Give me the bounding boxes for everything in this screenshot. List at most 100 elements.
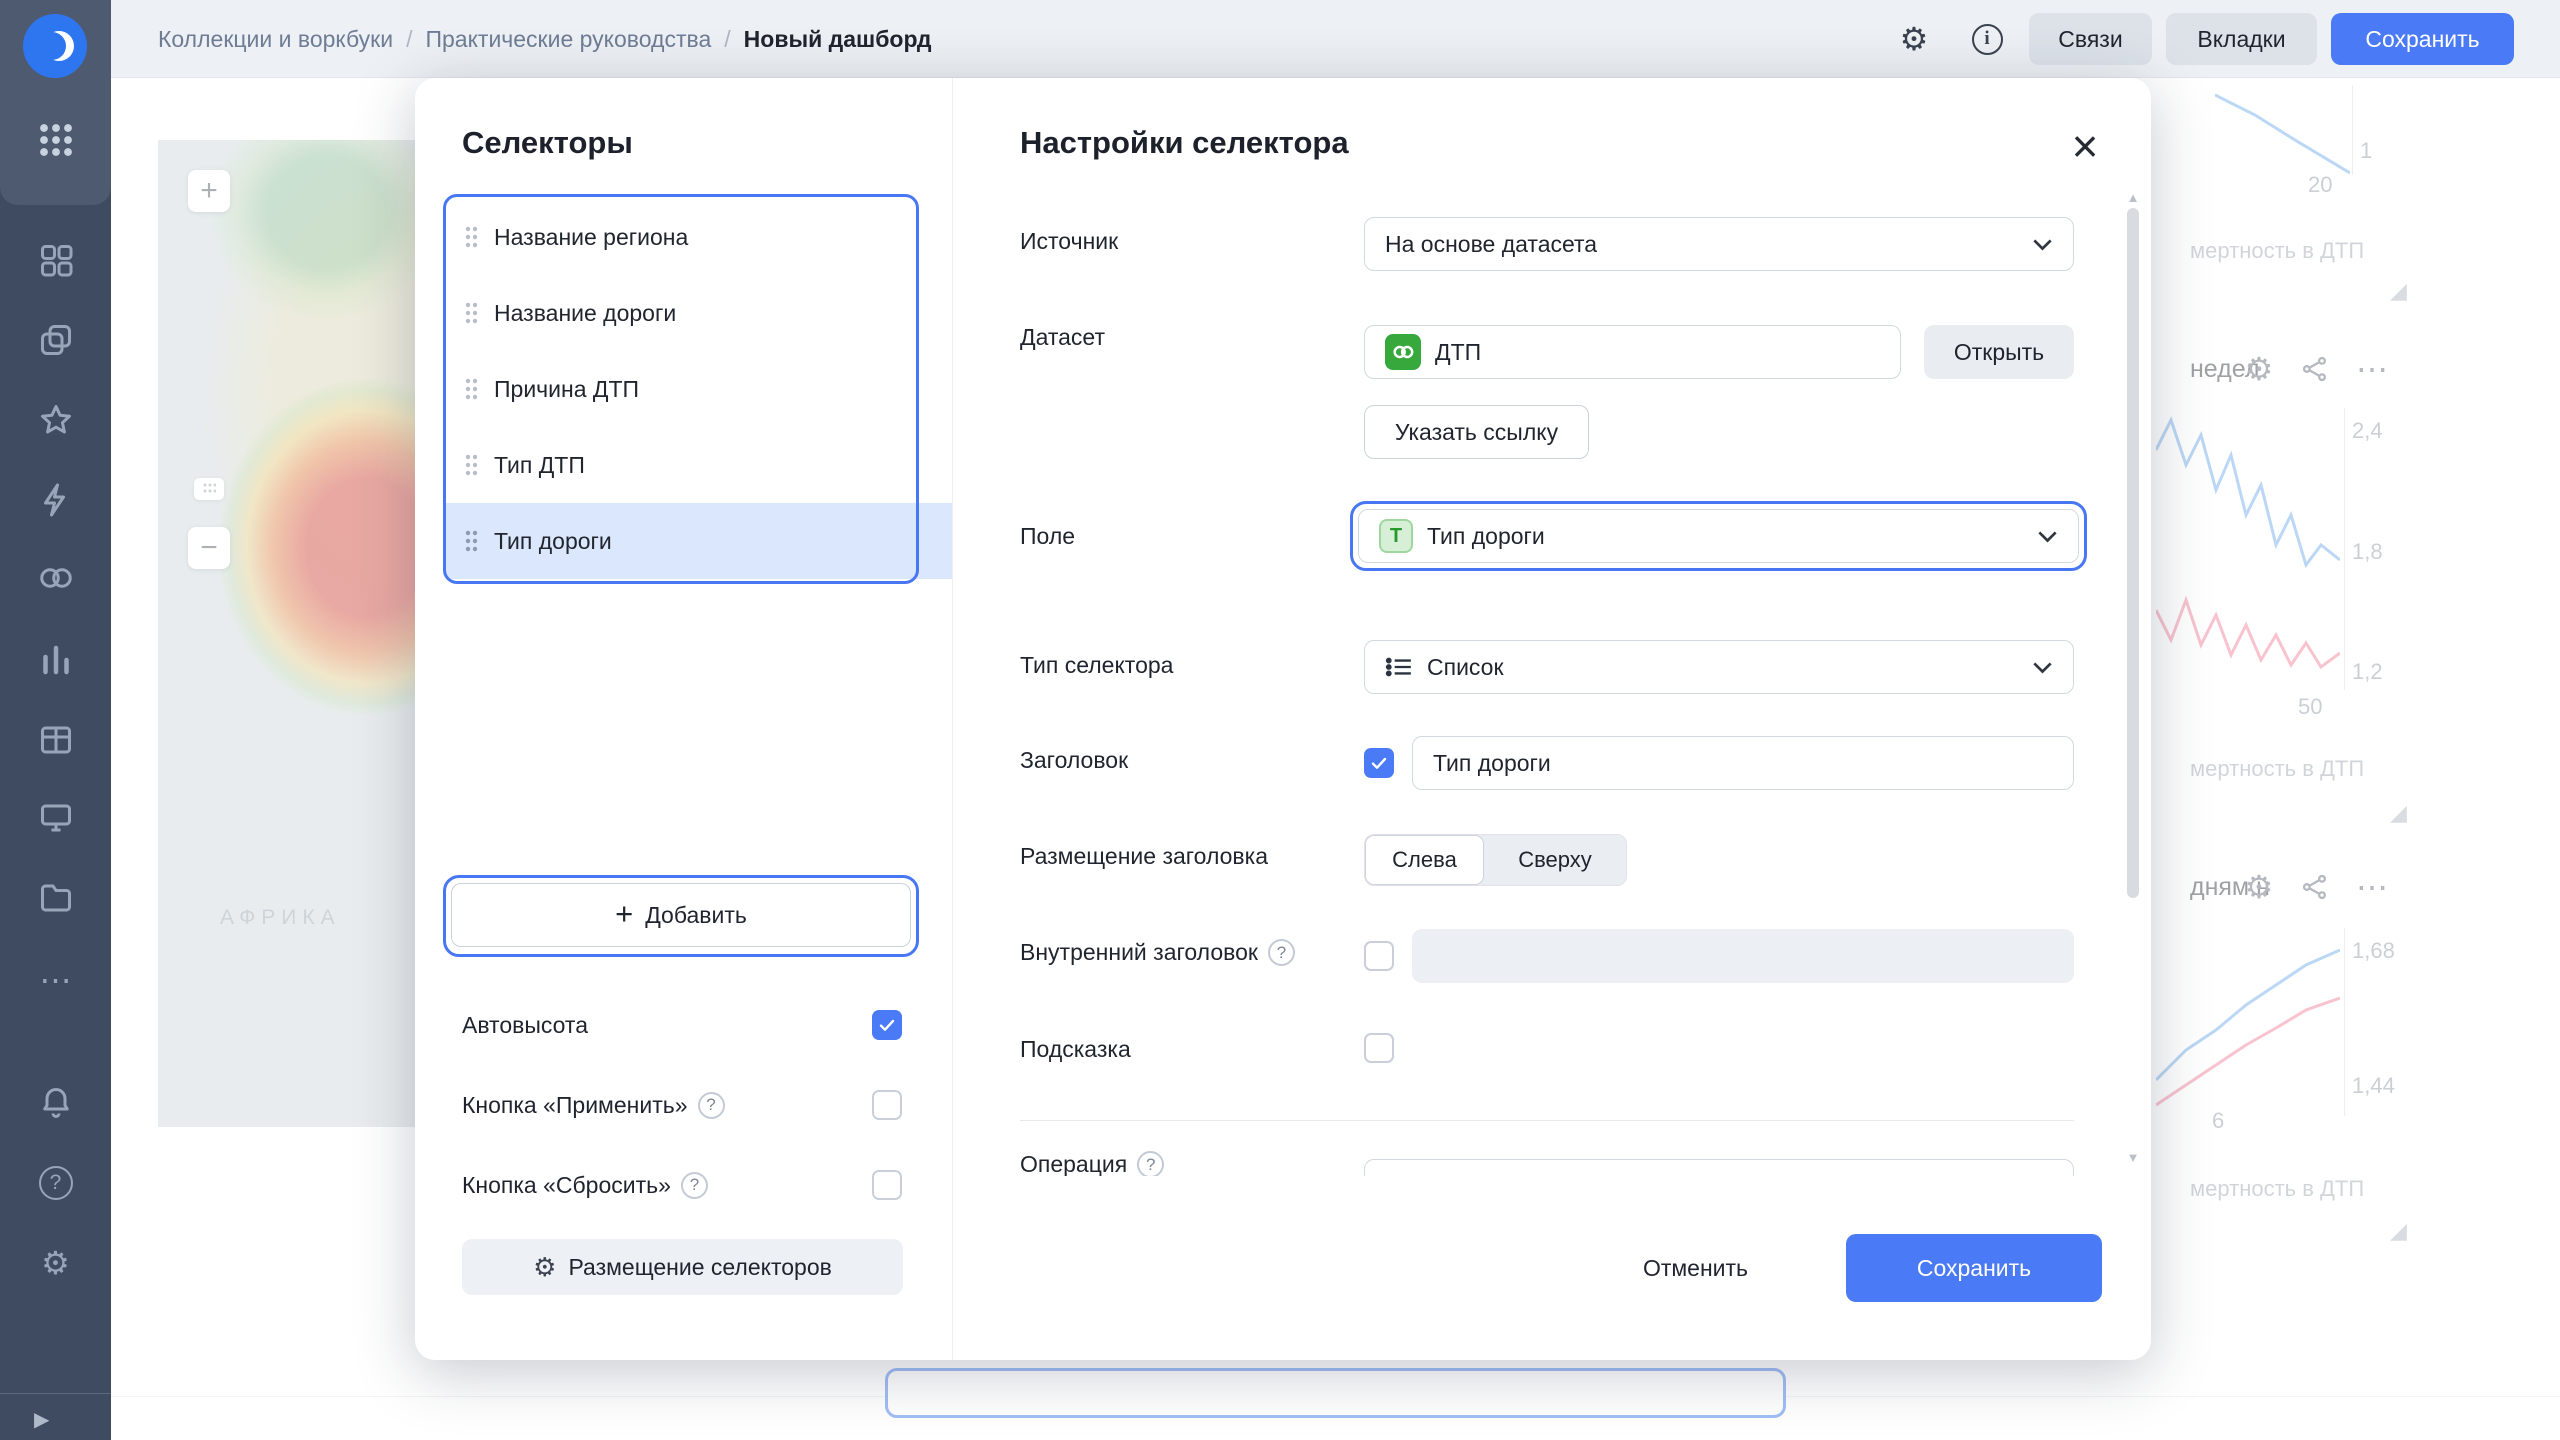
header-save-button[interactable]: Сохранить — [2331, 13, 2514, 65]
selectors-title: Селекторы — [462, 125, 633, 161]
field-label: Поле — [1020, 523, 1075, 550]
apps-grid-icon[interactable] — [0, 112, 111, 168]
dashboards-monitor-icon[interactable] — [0, 790, 111, 846]
selector-item-cause[interactable]: Причина ДТП — [448, 351, 914, 427]
title-input[interactable] — [1412, 736, 2074, 790]
widgets-icon[interactable] — [0, 232, 111, 288]
selectors-placement-button[interactable]: ⚙ Размещение селекторов — [462, 1239, 903, 1295]
info-glyph: i — [1972, 24, 2003, 55]
info-icon[interactable]: i — [1968, 20, 2006, 58]
scroll-up-icon[interactable]: ▲ — [2125, 190, 2141, 205]
placement-left-segment[interactable]: Слева — [1365, 835, 1484, 885]
title-placement-segmented: Слева Сверху — [1364, 834, 1627, 886]
relations-button[interactable]: Связи — [2029, 13, 2152, 65]
add-selector-focus-ring: + Добавить — [443, 875, 919, 957]
scrollbar-thumb[interactable] — [2127, 208, 2139, 898]
string-field-type-icon: T — [1379, 519, 1413, 553]
help-icon[interactable]: ? — [1268, 939, 1295, 966]
autoheight-label: Автовысота — [462, 1012, 588, 1039]
datasets-table-icon[interactable] — [0, 712, 111, 768]
charts-bars-icon[interactable] — [0, 632, 111, 688]
operation-text: Операция — [1020, 1151, 1127, 1176]
scroll-down-icon[interactable]: ▼ — [2125, 1150, 2141, 1165]
drag-handle-icon[interactable] — [464, 301, 479, 325]
selector-item-road-name[interactable]: Название дороги — [448, 275, 914, 351]
inner-title-checkbox[interactable] — [1364, 941, 1394, 971]
chevron-down-icon — [2037, 530, 2058, 543]
settings-scroll-area: Настройки селектора Источник На основе д… — [953, 78, 2151, 1176]
source-value: На основе датасета — [1385, 231, 1597, 258]
selector-settings-modal: Селекторы Название региона Название доро… — [415, 78, 2151, 1360]
drag-handle-icon[interactable] — [464, 453, 479, 477]
close-icon[interactable]: × — [2065, 126, 2105, 166]
reset-button-row: Кнопка «Сбросить» ? — [462, 1165, 902, 1205]
dataset-label: Датасет — [1020, 324, 1105, 351]
field-select[interactable]: T Тип дороги — [1358, 509, 2079, 563]
selector-type-value: Список — [1427, 654, 1504, 681]
breadcrumb-separator: / — [724, 26, 730, 53]
selector-type-label: Тип селектора — [1020, 652, 1173, 679]
open-dataset-button[interactable]: Открыть — [1924, 325, 2074, 379]
breadcrumb: Коллекции и воркбуки / Практические руко… — [158, 0, 932, 78]
drag-handle-icon[interactable] — [464, 225, 479, 249]
operation-select[interactable] — [1364, 1159, 2074, 1176]
drag-handle-icon[interactable] — [464, 529, 479, 553]
connections-rings-icon[interactable] — [0, 550, 111, 606]
selector-item-accident-type[interactable]: Тип ДТП — [448, 427, 914, 503]
top-header: Коллекции и воркбуки / Практические руко… — [111, 0, 2560, 78]
breadcrumb-workbook[interactable]: Практические руководства — [425, 26, 711, 53]
breadcrumb-collections[interactable]: Коллекции и воркбуки — [158, 26, 393, 53]
apply-button-label: Кнопка «Применить» — [462, 1092, 688, 1119]
list-icon — [1385, 656, 1413, 678]
help-icon[interactable]: ? — [1137, 1151, 1164, 1176]
selector-item-road-type[interactable]: Тип дороги — [448, 503, 914, 579]
favorites-star-icon[interactable] — [0, 392, 111, 448]
more-icon[interactable]: ⋯ — [0, 952, 111, 1008]
apply-button-row: Кнопка «Применить» ? — [462, 1085, 902, 1125]
help-icon[interactable]: ? — [681, 1172, 708, 1199]
settings-title: Настройки селектора — [1020, 125, 1349, 161]
inner-title-input[interactable] — [1412, 929, 2074, 983]
storage-folder-icon[interactable] — [0, 870, 111, 926]
source-label: Источник — [1020, 228, 1118, 255]
autoheight-checkbox[interactable] — [872, 1010, 902, 1040]
operation-label: Операция ? — [1020, 1151, 1164, 1176]
cancel-button[interactable]: Отменить — [1608, 1234, 1783, 1302]
tabs-button[interactable]: Вкладки — [2166, 13, 2317, 65]
placement-top-segment[interactable]: Сверху — [1484, 835, 1626, 885]
form-divider — [1020, 1120, 2074, 1121]
selector-type-select[interactable]: Список — [1364, 640, 2074, 694]
chevron-down-icon — [2032, 661, 2053, 674]
settings-gear-icon[interactable]: ⚙ — [0, 1235, 111, 1291]
title-checkbox[interactable] — [1364, 748, 1394, 778]
apply-button-checkbox[interactable] — [872, 1090, 902, 1120]
breadcrumb-separator: / — [406, 26, 412, 53]
selectors-list: Название региона Название дороги Причина… — [443, 194, 919, 584]
datalens-logo[interactable] — [23, 14, 87, 78]
selectors-placement-label: Размещение селекторов — [568, 1254, 831, 1281]
help-circle-icon[interactable]: ? — [0, 1155, 111, 1211]
editor-bolt-icon[interactable] — [0, 472, 111, 528]
drag-handle-icon[interactable] — [464, 377, 479, 401]
help-icon[interactable]: ? — [698, 1092, 725, 1119]
selector-settings-panel: Настройки селектора Источник На основе д… — [952, 78, 2151, 1360]
dataset-icon — [1385, 334, 1421, 370]
specify-link-button[interactable]: Указать ссылку — [1364, 405, 1589, 459]
expand-sidebar-icon[interactable]: ▶ — [0, 1400, 111, 1438]
modal-save-button[interactable]: Сохранить — [1846, 1234, 2102, 1302]
breadcrumb-current: Новый дашборд — [744, 26, 932, 53]
app-sidebar: ⋯ ? ⚙ ▶ — [0, 0, 111, 1440]
selector-item-region[interactable]: Название региона — [448, 199, 914, 275]
hint-checkbox[interactable] — [1364, 1033, 1394, 1063]
field-select-focus-ring: T Тип дороги — [1350, 501, 2087, 571]
dataset-field[interactable]: ДТП — [1364, 325, 1901, 379]
add-selector-button[interactable]: + Добавить — [451, 883, 911, 947]
source-select[interactable]: На основе датасета — [1364, 217, 2074, 271]
collections-icon[interactable] — [0, 312, 111, 368]
selector-item-label: Название региона — [494, 224, 688, 251]
workbook-switcher — [0, 0, 111, 205]
selectors-panel: Селекторы Название региона Название доро… — [415, 78, 952, 1360]
reset-button-checkbox[interactable] — [872, 1170, 902, 1200]
dashboard-settings-gear-icon[interactable]: ⚙ — [1895, 20, 1933, 58]
notifications-bell-icon[interactable] — [0, 1075, 111, 1131]
